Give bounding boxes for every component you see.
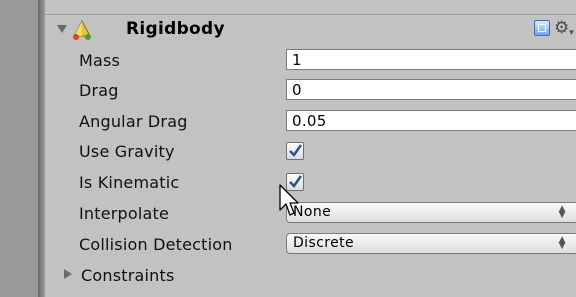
checkmark-icon <box>289 144 302 157</box>
collision-detection-label: Collision Detection <box>79 235 233 254</box>
inspector-panel: Rigidbody ⚙▾ Mass 1 Drag 0 Angular Drag … <box>45 0 576 297</box>
angular-drag-input[interactable]: 0.05 <box>286 110 576 131</box>
mouse-cursor-icon <box>279 184 299 216</box>
mass-input[interactable]: 1 <box>286 49 576 70</box>
use-gravity-row: Use Gravity <box>45 139 576 163</box>
interpolate-label: Interpolate <box>79 204 170 223</box>
drag-row: Drag 0 <box>45 78 576 102</box>
component-title: Rigidbody <box>126 19 225 39</box>
foldout-collapsed-icon[interactable] <box>64 269 72 279</box>
angular-drag-label: Angular Drag <box>79 112 188 131</box>
collision-detection-row: Collision Detection Discrete ▲ ▼ <box>45 232 576 256</box>
chevron-down-icon: ▾ <box>569 28 574 38</box>
mass-row: Mass 1 <box>45 48 576 72</box>
component-header[interactable]: Rigidbody ⚙▾ <box>45 18 576 45</box>
rigidbody-icon <box>73 19 91 40</box>
is-kinematic-label: Is Kinematic <box>79 173 180 192</box>
drag-input[interactable]: 0 <box>286 79 576 100</box>
use-gravity-checkbox[interactable] <box>286 142 304 160</box>
constraints-label[interactable]: Constraints <box>81 266 175 285</box>
help-book-icon[interactable] <box>534 20 550 36</box>
dropdown-arrows-icon: ▲ ▼ <box>558 204 566 220</box>
dropdown-arrows-icon: ▲ ▼ <box>558 235 566 251</box>
use-gravity-label: Use Gravity <box>79 142 175 161</box>
panel-divider[interactable] <box>38 0 45 297</box>
foldout-expanded-icon[interactable] <box>57 25 67 33</box>
constraints-row[interactable]: Constraints <box>45 263 576 287</box>
interpolate-dropdown[interactable]: None ▲ ▼ <box>286 202 576 223</box>
rigidbody-component: Rigidbody ⚙▾ Mass 1 Drag 0 Angular Drag … <box>45 15 576 297</box>
mass-label: Mass <box>79 51 121 70</box>
drag-label: Drag <box>79 81 119 100</box>
collision-detection-dropdown[interactable]: Discrete ▲ ▼ <box>286 233 576 254</box>
angular-drag-row: Angular Drag 0.05 <box>45 109 576 133</box>
collision-detection-selected: Discrete <box>293 235 355 251</box>
gear-icon[interactable]: ⚙▾ <box>554 18 574 38</box>
hierarchy-panel-edge <box>0 0 38 297</box>
is-kinematic-row: Is Kinematic <box>45 170 576 194</box>
interpolate-row: Interpolate None ▲ ▼ <box>45 201 576 225</box>
